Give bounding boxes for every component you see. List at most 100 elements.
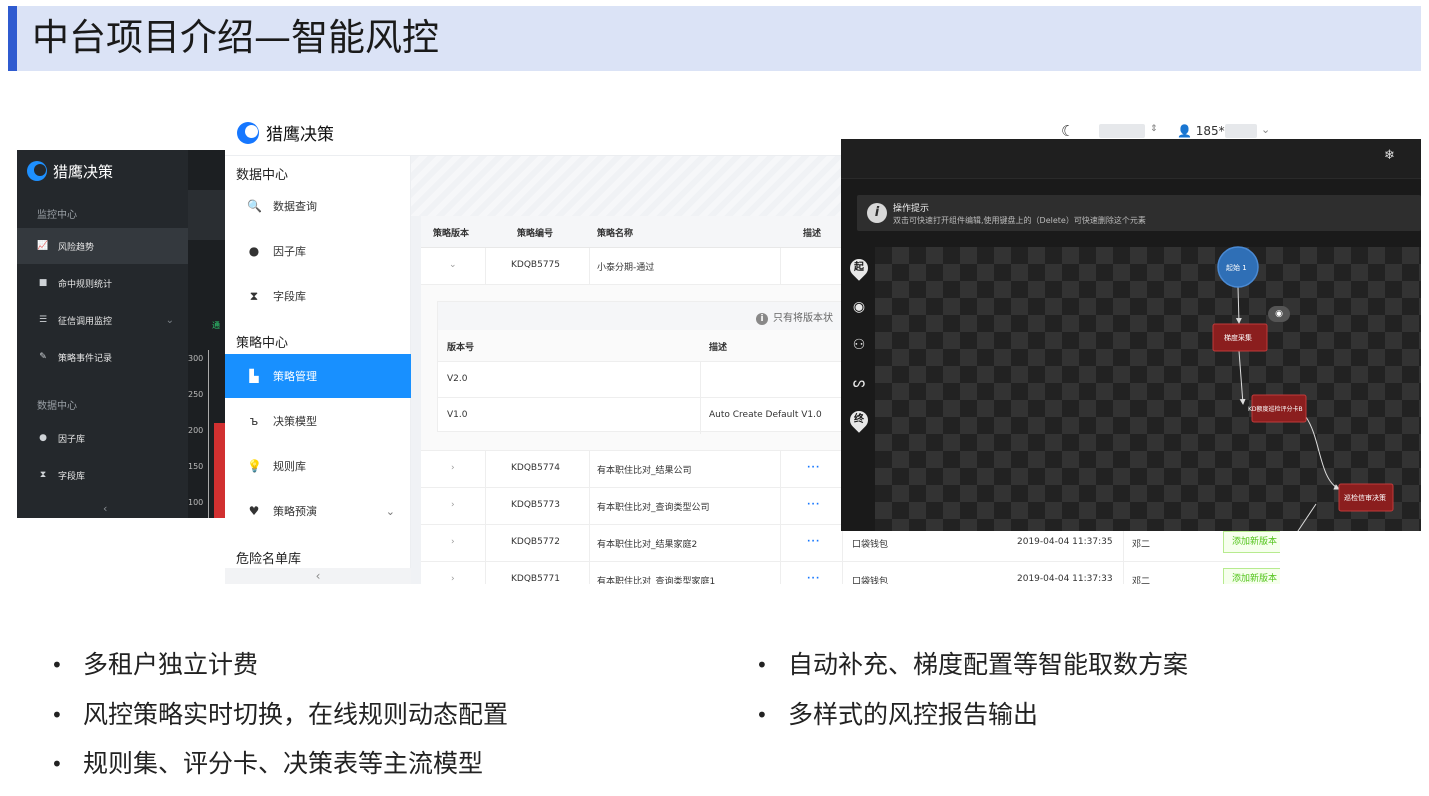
divider <box>780 525 781 561</box>
chevron-down-icon[interactable]: ⌄ <box>1261 123 1270 136</box>
divider <box>700 362 701 397</box>
add-version-button[interactable]: 添加新版本 <box>1223 568 1280 584</box>
slide-title: 中台项目介绍—智能风控 <box>32 16 439 59</box>
flow-edge <box>1238 350 1246 405</box>
chevron-down-icon: ⌄ <box>165 314 174 326</box>
table-row[interactable]: › KDQB5771 有本职住比对_查询类型家庭1 ··· 口袋钱包 2019-… <box>421 562 1280 584</box>
y-tick-label: 100 <box>188 498 204 507</box>
node-label: KD额度巡检评分卡B <box>1248 405 1303 413</box>
screenshot-flow-editor: ❄ i 操作提示 双击可快速打开组件编辑,使用键盘上的（Delete）可快速删除… <box>841 139 1421 531</box>
divider <box>485 488 486 524</box>
divider <box>589 248 590 284</box>
expand-row-icon[interactable]: › <box>451 500 455 510</box>
column-header: 版本号 <box>447 343 475 353</box>
strategy-id: KDQB5772 <box>511 537 560 547</box>
update-time: 2019-04-04 11:37:35 <box>1017 537 1113 547</box>
sidebar-item-label: 数据查询 <box>273 200 317 213</box>
sidebar-item-factor-lib[interactable]: ● 因子库 <box>225 229 411 273</box>
section-data: 数据中心 <box>37 401 77 412</box>
redacted-user-suffix <box>1225 124 1257 138</box>
heart-pulse-icon: ♥ <box>248 504 260 518</box>
sidebar-item-credit-monitor[interactable]: ☰ 征信调用监控 ⌄ <box>17 302 188 338</box>
sidebar-item-field-lib[interactable]: ⧗ 字段库 <box>17 457 188 493</box>
sidebar-item-decision-model[interactable]: ъ 决策模型 <box>225 399 411 443</box>
version-desc: Auto Create Default V1.0 <box>709 410 822 420</box>
falcon-logo-icon <box>237 121 259 144</box>
expand-row-icon[interactable]: › <box>451 537 455 547</box>
filter-band <box>188 190 225 240</box>
more-icon[interactable]: ··· <box>807 463 820 473</box>
bullet-text: 风控策略实时切换，在线规则动态配置 <box>83 700 509 729</box>
slide-header: 中台项目介绍—智能风控 <box>8 6 1421 71</box>
bullet-text: 自动补充、梯度配置等智能取数方案 <box>788 650 1189 679</box>
node-label: 起始 1 <box>1226 263 1247 272</box>
collapse-left-icon[interactable]: ‹ <box>225 568 411 584</box>
bullet-dot: • <box>51 752 63 776</box>
bullet-item: • 规则集、评分卡、决策表等主流模型 <box>51 747 484 781</box>
brand-logo[interactable]: 猎鹰决策 <box>27 158 113 184</box>
bullet-text: 多租户独立计费 <box>83 650 259 679</box>
sidebar-item-label: 因子库 <box>58 434 86 445</box>
owner-name: 邓二 <box>1132 540 1151 550</box>
sidebar-item-risk-trend[interactable]: 📈 风险趋势 <box>17 228 188 264</box>
column-header: 策略名称 <box>597 229 634 239</box>
divider <box>700 398 701 434</box>
divider <box>485 248 486 284</box>
expand-row-icon[interactable]: › <box>451 574 455 584</box>
sidebar-item-label: 字段库 <box>58 471 86 482</box>
more-icon[interactable]: ··· <box>807 537 820 547</box>
divider <box>780 451 781 487</box>
sidebar-item-hit-rules[interactable]: ■ 命中规则统计 <box>17 265 188 301</box>
eye-icon[interactable]: ◉ <box>1268 306 1290 322</box>
update-time: 2019-04-04 11:37:33 <box>1017 574 1113 584</box>
divider <box>589 562 590 584</box>
sidebar-item-field-lib[interactable]: ⧗ 字段库 <box>225 274 411 318</box>
redacted-tenant-select[interactable] <box>1099 124 1145 138</box>
add-version-button[interactable]: 添加新版本 <box>1223 531 1280 553</box>
strategy-name: 有本职住比对_结果家庭2 <box>597 540 698 550</box>
strategy-id: KDQB5774 <box>511 463 560 473</box>
section-data-center: 数据中心 <box>236 168 289 183</box>
divider <box>780 248 781 284</box>
brand-logo[interactable]: 猎鹰决策 <box>237 120 334 145</box>
divider <box>589 488 590 524</box>
bullet-dot: • <box>51 703 63 727</box>
collapse-left-icon[interactable]: ‹ <box>103 502 107 515</box>
sidebar-item-strategy-rehearsal[interactable]: ♥ 策略预演 ⌄ <box>225 489 411 533</box>
collapse-row-icon[interactable]: ⌄ <box>449 260 457 270</box>
y-tick-label: 300 <box>188 354 204 363</box>
divider <box>780 488 781 524</box>
sidebar-item-label: 策略管理 <box>273 370 317 383</box>
node-label: 巡检信审决策 <box>1344 493 1386 502</box>
falcon-logo-icon <box>27 161 47 181</box>
owner-name: 邓二 <box>1132 577 1151 584</box>
info-icon: i <box>756 313 768 325</box>
flow-edge <box>1235 286 1242 324</box>
strategy-name: 小泰分期-通过 <box>597 263 655 273</box>
sidebar-item-factor-lib[interactable]: ● 因子库 <box>17 420 188 456</box>
sidebar-item-event-log[interactable]: ✎ 策略事件记录 <box>17 339 188 375</box>
legend-text: 通 <box>212 321 220 330</box>
divider <box>1123 562 1124 584</box>
bullet-text: 规则集、评分卡、决策表等主流模型 <box>83 749 484 778</box>
bullet-item: • 多租户独立计费 <box>51 648 259 682</box>
edit-doc-icon: ✎ <box>39 352 47 362</box>
sidebar-item-data-query[interactable]: 🔍 数据查询 <box>225 184 411 228</box>
section-strategy-center: 策略中心 <box>236 336 289 351</box>
sidebar-item-rule-lib[interactable]: 💡 规则库 <box>225 444 411 488</box>
expand-row-icon[interactable]: › <box>451 463 455 473</box>
y-tick-label: 200 <box>188 426 204 435</box>
sidebar-item-label: 决策模型 <box>273 415 317 428</box>
sidebar-item-label: 命中规则统计 <box>58 279 113 290</box>
more-icon[interactable]: ··· <box>807 500 820 510</box>
more-icon[interactable]: ··· <box>807 574 820 584</box>
version-number: V1.0 <box>447 410 468 420</box>
user-icon: 👤 <box>1177 124 1192 138</box>
strategy-icon: ▙ <box>249 369 259 383</box>
strategy-name: 有本职住比对_结果公司 <box>597 466 692 476</box>
moon-icon[interactable]: ☾ <box>1061 122 1074 140</box>
chevron-down-icon: ⌄ <box>385 504 395 518</box>
hourglass-icon: ⧗ <box>39 470 47 480</box>
sidebar-item-strategy-management[interactable]: ▙ 策略管理 <box>225 354 411 398</box>
y-axis-line <box>208 350 209 518</box>
